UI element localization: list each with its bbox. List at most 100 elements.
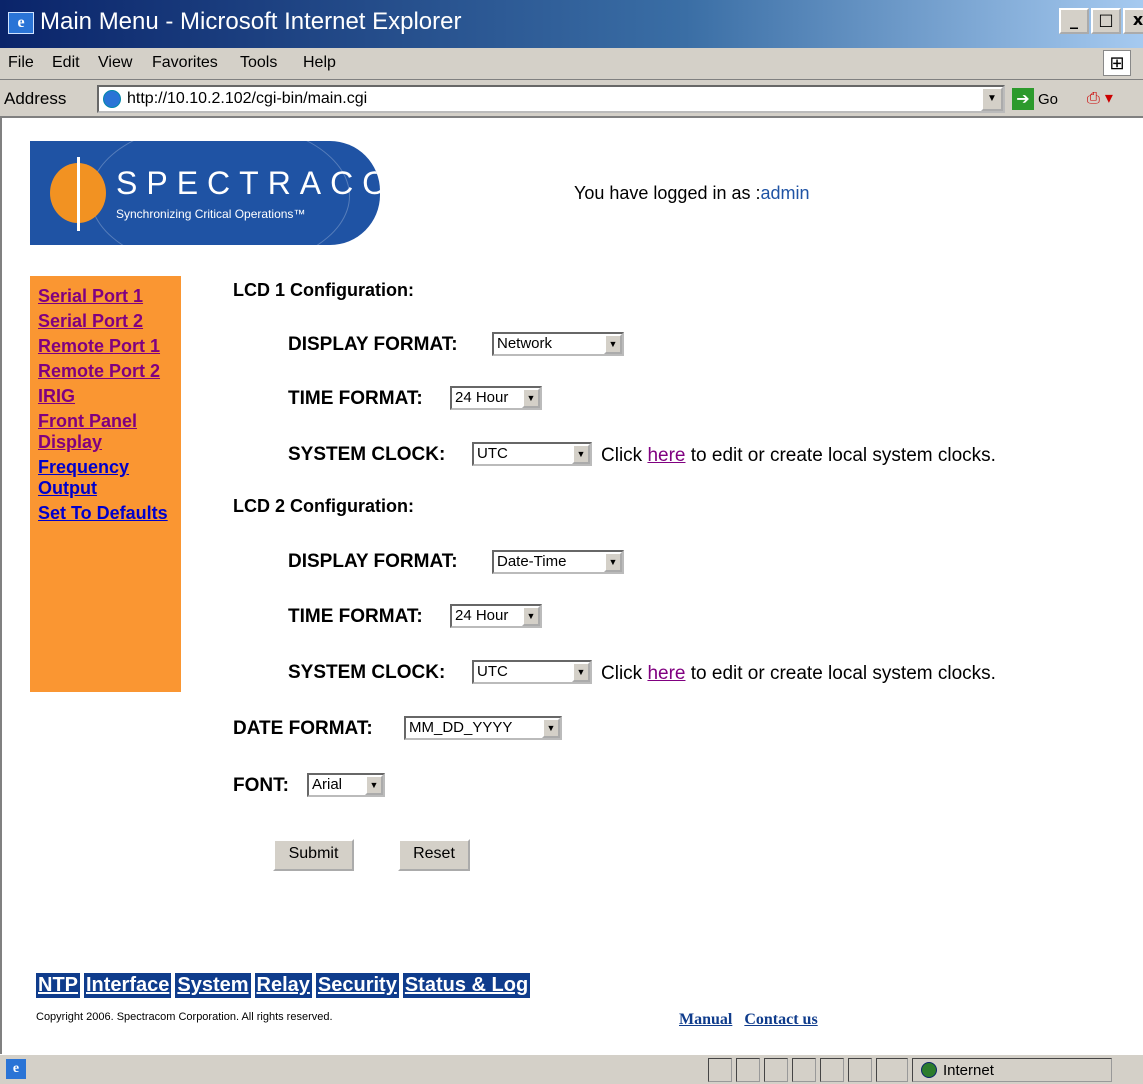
lcd2-system-clock-label: SYSTEM CLOCK: [288,662,446,683]
status-pane [708,1058,732,1082]
status-pane [736,1058,760,1082]
chevron-down-icon: ▼ [365,775,383,795]
submit-button[interactable]: Submit [273,839,354,871]
menu-file[interactable]: File [8,54,34,72]
date-format-label: DATE FORMAT: [233,718,373,739]
menu-favorites[interactable]: Favorites [152,54,218,72]
lcd1-time-format-value: 24 Hour [455,389,509,406]
menu-bar: File Edit View Favorites Tools Help ⊞ [0,48,1143,80]
lcd1-help-suffix: to edit or create local system clocks. [690,445,996,466]
lcd2-system-clock-help: Click here to edit or create local syste… [601,663,996,685]
lcd1-system-clock-value: UTC [477,445,508,462]
chevron-down-icon: ▼ [572,662,590,682]
windows-flag-icon: ⊞ [1103,50,1131,76]
pdf-toolbar-icon[interactable]: ⎙ ▾ [1087,88,1113,108]
contact-us-link[interactable]: Contact us [744,1011,817,1028]
sidebar-item-set-to-defaults[interactable]: Set To Defaults [38,503,178,524]
lcd1-display-format-select[interactable]: Network ▼ [492,332,624,356]
nav-status-log[interactable]: Status & Log [402,973,531,998]
lcd2-title: LCD 2 Configuration: [233,496,414,516]
status-pane [876,1058,908,1082]
footer-links: Manual Contact us [679,1011,826,1029]
manual-link[interactable]: Manual [679,1011,732,1028]
lcd1-title: LCD 1 Configuration: [233,280,414,300]
address-url[interactable]: http://10.10.2.102/cgi-bin/main.cgi [127,90,367,108]
security-zone-label: Internet [943,1062,994,1079]
font-select[interactable]: Arial ▼ [307,773,385,797]
go-arrow-icon: ➔ [1012,88,1034,110]
lcd2-help-prefix: Click [601,663,643,684]
sidebar-item-front-panel-display[interactable]: Front Panel Display [38,411,178,453]
spectracom-logo: SPECTRACOM Synchronizing Critical Operat… [30,141,380,245]
chevron-down-icon: ▼ [542,718,560,738]
close-button[interactable]: x [1123,8,1143,34]
address-label: Address [4,89,67,108]
nav-system[interactable]: System [175,973,251,998]
go-label: Go [1038,90,1059,108]
nav-ntp[interactable]: NTP [36,973,80,998]
ie-status-icon: e [6,1059,26,1079]
minimize-button[interactable]: _ [1059,8,1089,34]
address-bar: Address http://10.10.2.102/cgi-bin/main.… [0,80,1143,118]
sidebar-item-frequency-output[interactable]: Frequency Output [38,457,178,499]
address-input[interactable]: http://10.10.2.102/cgi-bin/main.cgi ▼ [97,85,1005,113]
login-user: admin [760,183,810,203]
menu-help[interactable]: Help [303,54,336,72]
sidebar-item-serial-port-1[interactable]: Serial Port 1 [38,286,178,307]
date-format-select[interactable]: MM_DD_YYYY ▼ [404,716,562,740]
sidebar-item-irig[interactable]: IRIG [38,386,178,407]
status-pane [792,1058,816,1082]
login-prefix: You have logged in as : [574,183,761,203]
lcd1-system-clock-help: Click here to edit or create local syste… [601,445,996,467]
lcd2-time-format-select[interactable]: 24 Hour ▼ [450,604,542,628]
security-zone: Internet [912,1058,1112,1082]
lcd2-system-clock-value: UTC [477,663,508,680]
go-button[interactable]: ➔ Go [1012,86,1072,112]
status-pane [764,1058,788,1082]
nav-security[interactable]: Security [315,973,399,998]
lcd1-time-format-label: TIME FORMAT: [288,388,423,409]
maximize-button[interactable]: □ [1091,8,1121,34]
logo-mark-line [77,157,80,231]
lcd2-help-suffix: to edit or create local system clocks. [690,663,996,684]
menu-edit[interactable]: Edit [52,54,80,72]
lcd1-system-clock-label: SYSTEM CLOCK: [288,444,446,465]
nav-interface[interactable]: Interface [84,973,172,998]
lcd2-display-format-select[interactable]: Date-Time ▼ [492,550,624,574]
chevron-down-icon: ▼ [522,388,540,408]
menu-view[interactable]: View [98,54,132,72]
lcd1-display-format-value: Network [497,335,553,352]
lcd2-edit-clocks-link[interactable]: here [647,663,685,684]
sidebar: Serial Port 1 Serial Port 2 Remote Port … [30,276,181,692]
reset-button[interactable]: Reset [398,839,470,871]
lcd2-time-format-label: TIME FORMAT: [288,606,423,627]
lcd1-system-clock-select[interactable]: UTC ▼ [472,442,592,466]
copyright-text: Copyright 2006. Spectracom Corporation. … [36,1011,333,1023]
lcd1-time-format-select[interactable]: 24 Hour ▼ [450,386,542,410]
address-dropdown-arrow-icon[interactable]: ▼ [981,87,1003,111]
lcd1-edit-clocks-link[interactable]: here [647,445,685,466]
chevron-down-icon: ▼ [522,606,540,626]
chevron-down-icon: ▼ [604,552,622,572]
ie-page-icon: e [8,12,34,34]
lcd2-display-format-label: DISPLAY FORMAT: [288,551,458,572]
lcd1-display-format-label: DISPLAY FORMAT: [288,334,458,355]
status-pane [848,1058,872,1082]
lcd2-time-format-value: 24 Hour [455,607,509,624]
sidebar-item-remote-port-2[interactable]: Remote Port 2 [38,361,178,382]
nav-relay[interactable]: Relay [254,973,312,998]
page-content: SPECTRACOM Synchronizing Critical Operat… [0,118,1143,1054]
sidebar-item-serial-port-2[interactable]: Serial Port 2 [38,311,178,332]
window-title: Main Menu - Microsoft Internet Explorer [40,8,462,35]
sidebar-item-remote-port-1[interactable]: Remote Port 1 [38,336,178,357]
globe-icon [921,1062,937,1078]
lcd2-system-clock-select[interactable]: UTC ▼ [472,660,592,684]
page-icon [103,90,121,108]
date-format-value: MM_DD_YYYY [409,719,513,736]
menu-tools[interactable]: Tools [240,54,277,72]
login-status: You have logged in as :admin [574,183,810,204]
lcd2-display-format-value: Date-Time [497,553,567,570]
logo-tagline: Synchronizing Critical Operations™ [116,207,306,221]
font-label: FONT: [233,775,289,796]
chevron-down-icon: ▼ [572,444,590,464]
